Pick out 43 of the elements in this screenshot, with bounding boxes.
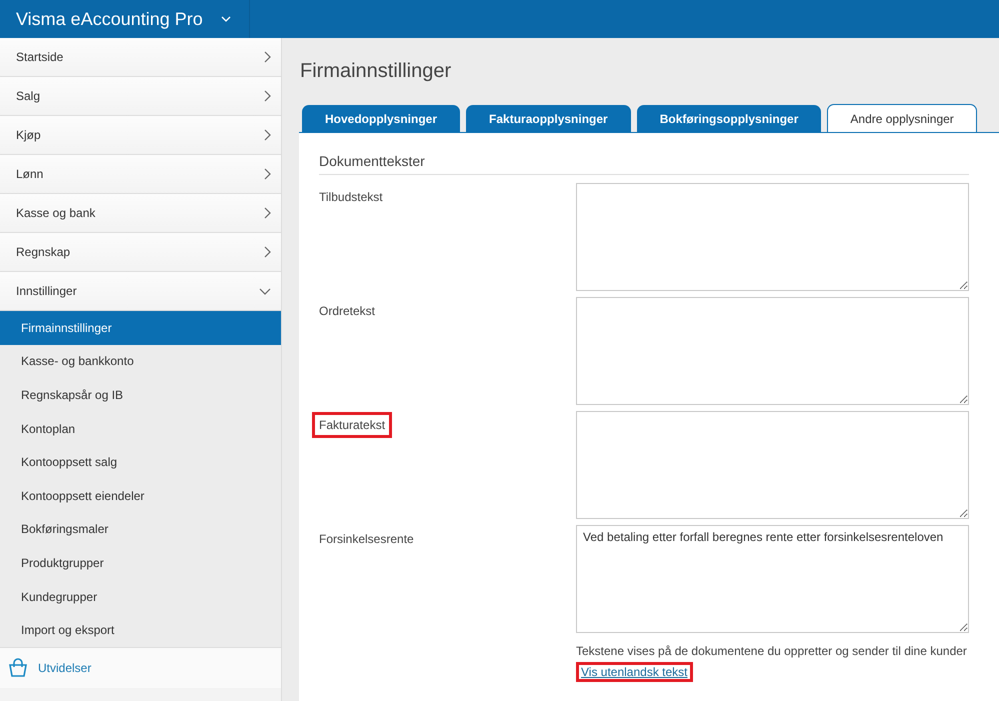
chevron-down-icon xyxy=(259,288,271,294)
chevron-down-icon xyxy=(220,16,231,22)
tab[interactable]: Bokføringsopplysninger xyxy=(636,105,822,132)
nav-subitem[interactable]: Kontooppsett eiendeler xyxy=(0,478,281,513)
nav-subitem[interactable]: Firmainnstillinger xyxy=(0,311,281,345)
field-label: Tilbudstekst xyxy=(318,189,384,206)
nav-item[interactable]: Startside xyxy=(0,38,281,77)
nav-subitem[interactable]: Bokføringsmaler xyxy=(0,512,281,546)
nav-subitem[interactable]: Regnskapsår og IB xyxy=(0,378,281,412)
page-title: Firmainnstillinger xyxy=(300,60,452,84)
chevron-right-icon xyxy=(264,51,271,63)
nav-subitem[interactable]: Kasse- og bankkonto xyxy=(0,344,281,378)
text-area[interactable]: Ved betaling etter forfall beregnes rente etter forsinkelsesrenteloven xyxy=(576,525,969,633)
nav-subitem[interactable]: Kundegrupper xyxy=(0,580,281,614)
tab[interactable]: Hovedopplysninger xyxy=(302,105,460,132)
text-area[interactable] xyxy=(576,183,969,291)
field-label: Ordretekst xyxy=(318,303,376,320)
text-area[interactable] xyxy=(576,411,969,519)
nav-item[interactable]: Salg xyxy=(0,77,281,116)
nav-subitem[interactable]: Kontooppsett salg xyxy=(0,445,281,479)
nav-item[interactable]: Kasse og bank xyxy=(0,194,281,233)
chevron-right-icon xyxy=(264,246,271,258)
shopping-bag-icon xyxy=(8,658,28,678)
nav-subitem[interactable]: Produktgrupper xyxy=(0,546,281,580)
nav-subitem[interactable]: Kontoplan xyxy=(0,412,281,446)
nav-item[interactable]: Regnskap xyxy=(0,233,281,272)
nav-item[interactable]: Innstillinger xyxy=(0,272,281,311)
field-label: Forsinkelsesrente xyxy=(318,531,415,548)
chevron-right-icon xyxy=(264,90,271,102)
tab[interactable]: Andre opplysninger xyxy=(827,104,977,132)
extensions-link[interactable]: Utvidelser xyxy=(0,646,281,688)
nav-subitem[interactable]: Import og eksport xyxy=(0,613,281,647)
chevron-right-icon xyxy=(264,207,271,219)
field-label: Fakturatekst xyxy=(312,412,392,438)
chevron-right-icon xyxy=(264,129,271,141)
nav-item[interactable]: Lønn xyxy=(0,155,281,194)
tab[interactable]: Fakturaopplysninger xyxy=(466,105,631,132)
help-text: Tekstene vises på de dokumentene du oppretter og sender til dine kunder Vis utenlandsk tekst xyxy=(576,641,969,683)
foreign-text-link[interactable]: Vis utenlandsk tekst xyxy=(576,662,693,682)
nav-item[interactable]: Kjøp xyxy=(0,116,281,155)
section-title: Dokumenttekster xyxy=(319,153,969,175)
chevron-right-icon xyxy=(264,168,271,180)
text-area[interactable] xyxy=(576,297,969,405)
